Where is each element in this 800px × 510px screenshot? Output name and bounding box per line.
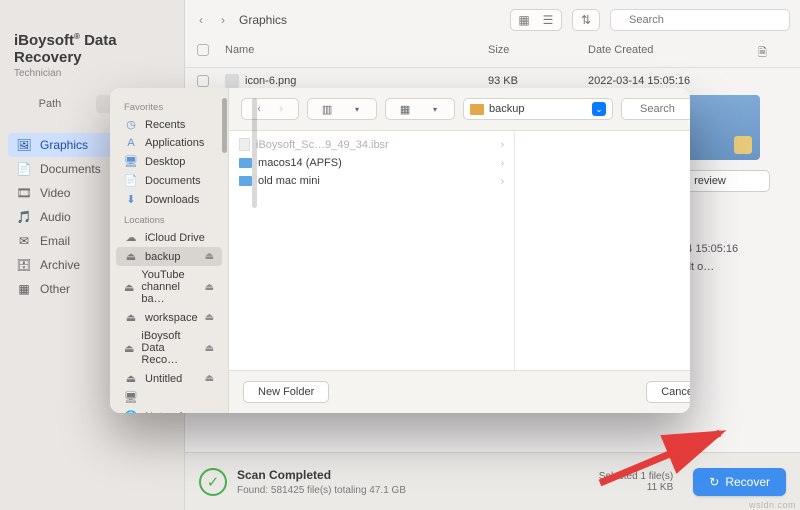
forward-icon[interactable]: ›	[217, 13, 229, 27]
row-checkbox[interactable]	[197, 75, 209, 87]
cancel-button[interactable]: Cancel	[646, 381, 690, 403]
list-view-icon[interactable]: ☰	[537, 11, 559, 29]
grid-view-icon[interactable]: ▦	[513, 11, 535, 29]
drive-icon: ☁	[124, 231, 138, 244]
browser-item[interactable]: old mac mini›	[229, 172, 514, 190]
status-title: Scan Completed	[237, 468, 331, 482]
document-icon	[239, 138, 250, 151]
sidebar-item-icon: 📄	[124, 174, 138, 187]
sidebar-scrollbar[interactable]	[252, 98, 257, 208]
eject-icon[interactable]: ⏏	[205, 373, 214, 384]
eject-icon[interactable]: ⏏	[205, 251, 214, 262]
sidebar-item-documents[interactable]: 📄Documents	[116, 171, 222, 190]
sidebar-item-icon: A	[124, 137, 138, 149]
sidebar-item-recents[interactable]: ◷Recents	[116, 115, 222, 134]
drive-icon: ⏏	[124, 281, 134, 294]
location-dropdown-icon[interactable]: ⌄	[592, 102, 606, 116]
location-selector[interactable]: backup ⌄	[463, 98, 613, 120]
watermark: wsldn.com	[749, 500, 796, 510]
chevron-right-icon: ›	[501, 176, 504, 187]
status-bar: ✓ Scan Completed Found: 581425 file(s) t…	[185, 452, 800, 510]
back-icon[interactable]: ‹	[195, 13, 207, 27]
sort-icon: ⇅	[575, 11, 597, 29]
status-detail: Found: 581425 file(s) totaling 47.1 GB	[237, 485, 406, 496]
browser-item: iBoysoft_Sc…9_49_34.ibsr›	[229, 135, 514, 154]
chevron-down-icon: ▾	[344, 105, 370, 114]
group-icon: ▦	[392, 103, 418, 116]
file-thumb-icon	[225, 74, 239, 88]
sidebar-item-icon: ◷	[124, 118, 138, 131]
sidebar-item-applications[interactable]: AApplications	[116, 134, 222, 152]
category-icon: ✉	[16, 234, 32, 248]
dialog-nav-buttons[interactable]: ‹ ›	[241, 98, 299, 120]
sidebar-item-backup[interactable]: ⏏backup⏏	[116, 247, 222, 266]
chevron-down-icon: ▾	[422, 105, 448, 114]
favorites-heading: Favorites	[116, 96, 222, 115]
drive-icon: ⏏	[124, 311, 138, 324]
dialog-search-input[interactable]	[621, 98, 690, 120]
new-folder-button[interactable]: New Folder	[243, 381, 329, 403]
sidebar-item-[interactable]: 🖥	[116, 388, 222, 407]
sidebar-item-iboysoft-data-reco-[interactable]: ⏏iBoysoft Data Reco…⏏	[116, 327, 222, 369]
breadcrumb: Graphics	[239, 13, 287, 27]
eject-icon[interactable]: ⏏	[205, 282, 214, 293]
checkbox-header[interactable]	[197, 44, 225, 63]
drive-icon: ⏏	[124, 372, 138, 385]
folder-icon	[470, 104, 484, 115]
browser-item[interactable]: macos14 (APFS)›	[229, 154, 514, 172]
drive-icon: 🌐	[124, 410, 138, 413]
folder-icon	[239, 158, 252, 168]
save-dialog: Favorites ◷RecentsAApplications🖥Desktop📄…	[110, 88, 690, 413]
sidebar-item-icloud-drive[interactable]: ☁iCloud Drive	[116, 228, 222, 247]
recover-icon: ↻	[709, 475, 719, 489]
eject-icon[interactable]: ⏏	[205, 343, 214, 354]
sidebar-item-youtube-channel-ba-[interactable]: ⏏YouTube channel ba…⏏	[116, 266, 222, 308]
sidebar-item-workspace[interactable]: ⏏workspace⏏	[116, 308, 222, 327]
chevron-right-icon: ›	[501, 158, 504, 169]
column-browser[interactable]: iBoysoft_Sc…9_49_34.ibsr›macos14 (APFS)›…	[229, 130, 690, 371]
folder-icon	[239, 176, 252, 186]
dialog-forward-icon[interactable]: ›	[270, 103, 292, 115]
drive-icon: ⏏	[124, 342, 134, 355]
dialog-view-columns[interactable]: ▥▾	[307, 98, 377, 120]
selected-size: 11 KB	[647, 482, 674, 493]
locations-heading: Locations	[116, 209, 222, 228]
drive-icon: ⏏	[124, 250, 138, 263]
category-icon: 🗄	[16, 258, 32, 272]
main-toolbar: ‹ › Graphics ▦ ☰ ⇅	[185, 0, 800, 40]
sidebar-item-untitled[interactable]: ⏏Untitled⏏	[116, 369, 222, 388]
app-edition: Technician	[0, 68, 184, 79]
sidebar-scrollbar[interactable]	[222, 98, 227, 153]
view-switcher[interactable]: ▦ ☰	[510, 9, 562, 31]
selected-count: Selected 1 file(s)	[599, 471, 673, 482]
eject-icon[interactable]: ⏏	[205, 312, 214, 323]
dialog-group-button[interactable]: ▦▾	[385, 98, 455, 120]
column-name[interactable]: Name	[225, 44, 488, 63]
sidebar-item-desktop[interactable]: 🖥Desktop	[116, 152, 222, 171]
column-size[interactable]: Size	[488, 44, 588, 63]
recover-button[interactable]: ↻ Recover	[693, 468, 786, 496]
chevron-right-icon: ›	[501, 139, 504, 150]
sort-button[interactable]: ⇅	[572, 9, 600, 31]
category-icon: ▦	[16, 282, 32, 296]
category-icon: 🎵	[16, 210, 32, 224]
sidebar-item-network[interactable]: 🌐Network	[116, 407, 222, 413]
category-icon: 🖼	[16, 138, 32, 152]
app-brand: iBoysoft® Data Recovery	[0, 0, 184, 68]
drive-icon: 🖥	[124, 391, 138, 404]
category-icon: 📄	[16, 162, 32, 176]
sidebar-item-icon: ⬇	[124, 193, 138, 206]
sidebar-item-icon: 🖥	[124, 155, 138, 168]
category-icon: 🎞	[16, 186, 32, 200]
dialog-toolbar: ‹ › ▥▾ ▦▾ backup ⌄	[229, 88, 690, 130]
scan-complete-icon: ✓	[199, 468, 227, 496]
search-input[interactable]	[610, 9, 790, 31]
column-date[interactable]: Date Created	[588, 44, 758, 63]
columns-view-icon: ▥	[314, 103, 340, 116]
column-preview-icon[interactable]: 🗎	[758, 44, 788, 63]
sidebar-item-downloads[interactable]: ⬇Downloads	[116, 190, 222, 209]
dialog-sidebar: Favorites ◷RecentsAApplications🖥Desktop📄…	[110, 88, 229, 413]
tab-path[interactable]: Path	[12, 95, 88, 113]
